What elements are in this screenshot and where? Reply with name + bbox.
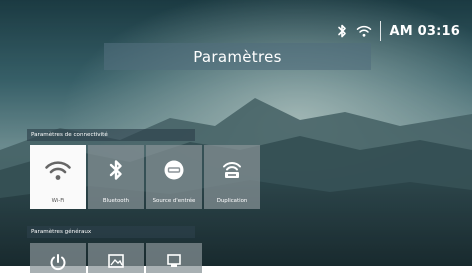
input-source-icon (146, 159, 202, 183)
bluetooth-tile[interactable]: Bluetooth (88, 145, 144, 209)
input-source-tile[interactable]: Source d'entrée (146, 145, 202, 209)
wifi-icon (356, 23, 372, 39)
screen-mirroring-tile[interactable]: Duplication (204, 145, 260, 209)
screen-mirroring-tile-label: Duplication (216, 198, 248, 204)
bluetooth-icon (88, 159, 144, 183)
status-separator (380, 21, 382, 41)
wifi-icon (30, 159, 86, 183)
page-title: Paramètres (193, 47, 282, 66)
picture-icon (88, 253, 144, 271)
bluetooth-icon (334, 23, 350, 39)
power-tile[interactable] (30, 243, 86, 273)
clock: AM 03:16 (389, 23, 460, 39)
status-bar: AM 03:16 (334, 18, 460, 44)
connectivity-tiles: Wi-Fi Bluetooth Source d'entrée Duplicat… (30, 145, 260, 209)
screen-mirroring-icon (204, 159, 260, 183)
page-title-bar: Paramètres (104, 43, 371, 70)
display-tile[interactable] (146, 243, 202, 273)
picture-tile[interactable] (88, 243, 144, 273)
general-tiles (30, 243, 202, 273)
connectivity-section-label: Paramètres de connectivité (27, 129, 195, 141)
wifi-tile-label: Wi-Fi (51, 198, 65, 204)
wifi-tile[interactable]: Wi-Fi (30, 145, 86, 209)
bluetooth-tile-label: Bluetooth (102, 198, 130, 204)
power-icon (30, 253, 86, 271)
display-icon (146, 253, 202, 271)
general-section-label: Paramètres généraux (27, 226, 195, 238)
input-source-tile-label: Source d'entrée (152, 198, 196, 204)
